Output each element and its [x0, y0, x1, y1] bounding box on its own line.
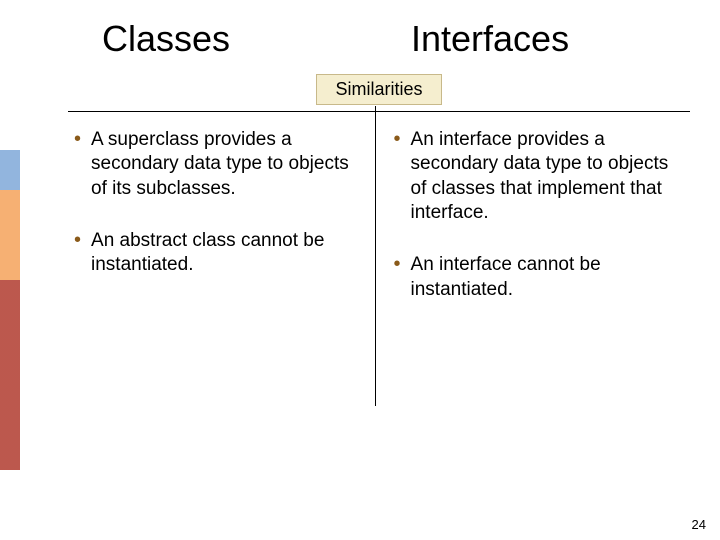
heading-row: Classes Interfaces	[68, 18, 690, 60]
subheading-wrap: Similarities	[68, 74, 690, 105]
bullet-icon: •	[394, 253, 401, 275]
list-item: • An interface cannot be instantiated.	[394, 253, 681, 302]
columns: • A superclass provides a secondary data…	[68, 112, 690, 412]
list-item: • An abstract class cannot be instantiat…	[74, 229, 361, 278]
bullet-text: An interface cannot be instantiated.	[411, 253, 680, 302]
bullet-icon: •	[74, 229, 81, 251]
heading-left: Classes	[68, 18, 381, 60]
bullet-icon: •	[74, 128, 81, 150]
bullet-text: An abstract class cannot be instantiated…	[91, 229, 360, 278]
sidebar-accent	[0, 0, 20, 540]
list-item: • An interface provides a secondary data…	[394, 128, 681, 225]
slide-body: Classes Interfaces Similarities • A supe…	[20, 0, 720, 540]
right-column: • An interface provides a secondary data…	[380, 112, 691, 412]
subheading: Similarities	[316, 74, 441, 105]
page-number: 24	[692, 517, 706, 532]
bullet-icon: •	[394, 128, 401, 150]
divider-vertical	[375, 106, 376, 406]
bullet-text: An interface provides a secondary data t…	[411, 128, 680, 225]
list-item: • A superclass provides a secondary data…	[74, 128, 361, 201]
heading-right: Interfaces	[381, 18, 690, 60]
left-column: • A superclass provides a secondary data…	[68, 112, 371, 412]
bullet-text: A superclass provides a secondary data t…	[91, 128, 360, 201]
